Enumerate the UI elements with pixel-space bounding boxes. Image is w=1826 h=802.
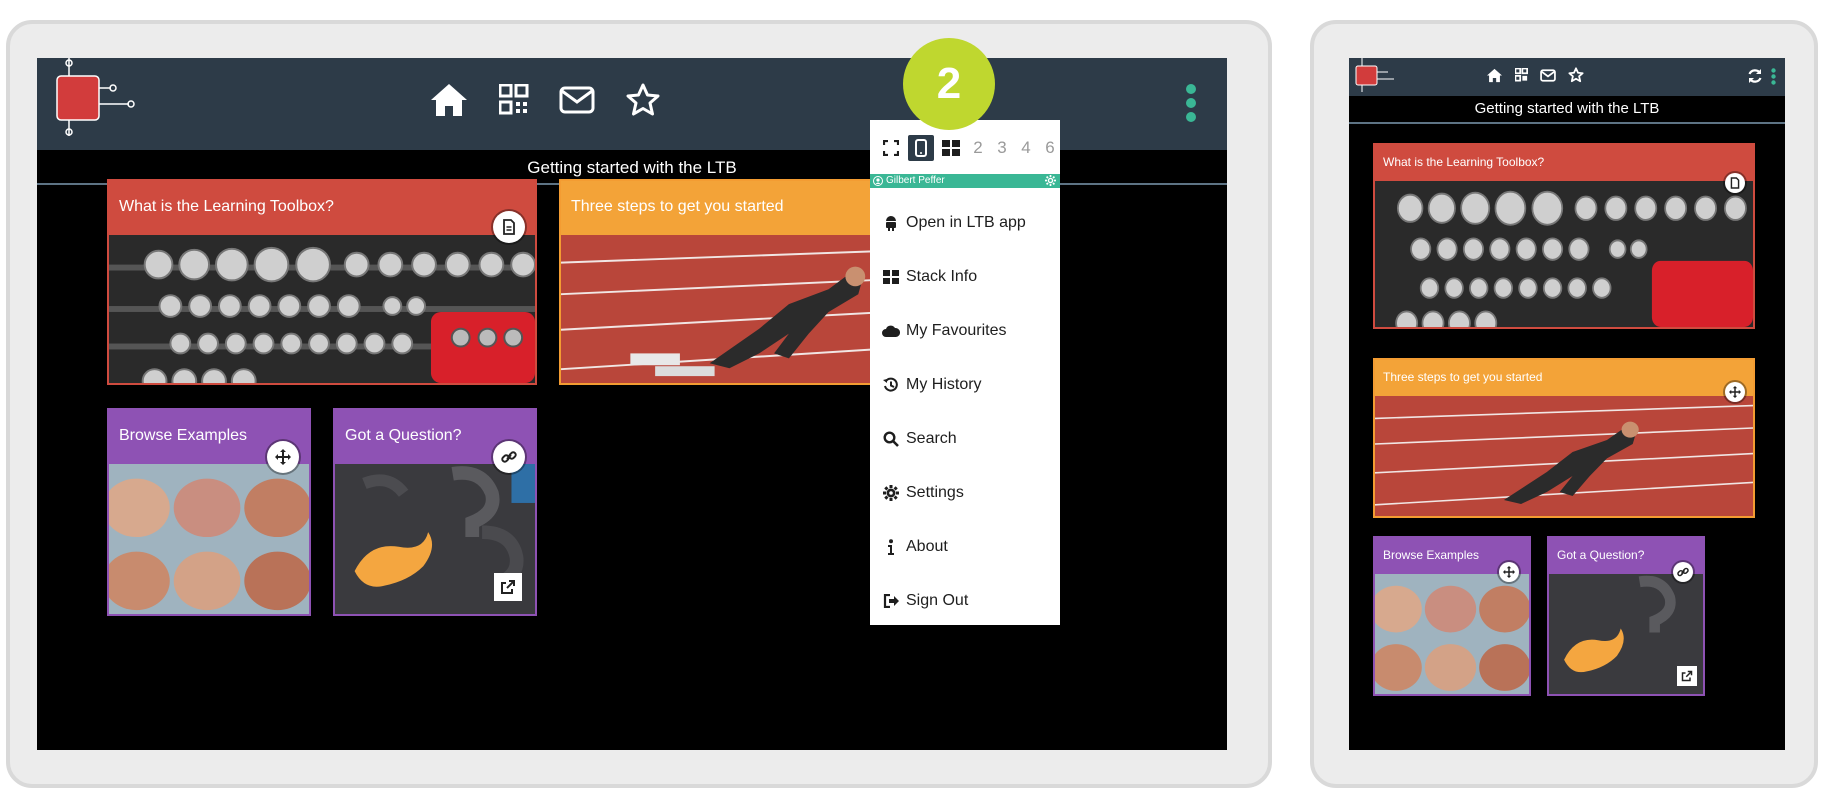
link-icon[interactable] [1673, 562, 1693, 582]
step-number-badge: 2 [903, 38, 995, 130]
envelope-icon[interactable] [1540, 68, 1556, 82]
toolbox-sockets-image [109, 235, 535, 383]
nav-icon-group [1486, 67, 1584, 83]
move-icon[interactable] [267, 441, 299, 473]
star-icon[interactable] [625, 82, 661, 118]
menu-item-label: About [906, 538, 948, 555]
refresh-icon[interactable] [1747, 68, 1763, 88]
tile-got-a-question[interactable]: Got a Question? [333, 408, 537, 616]
cloud-icon [882, 325, 900, 338]
link-icon[interactable] [493, 441, 525, 473]
envelope-icon[interactable] [559, 85, 595, 115]
home-icon[interactable] [1486, 68, 1503, 83]
menu-item-label: My History [906, 376, 982, 393]
gear-icon [882, 485, 900, 501]
menu-search[interactable]: Search [882, 424, 957, 454]
menu-item-label: Open in LTB app [906, 214, 1026, 231]
options-dropdown-menu: 2 3 4 6 Gilbert Peffer Open in LTB app S… [870, 120, 1060, 625]
document-icon[interactable] [1725, 173, 1745, 193]
menu-sign-out[interactable]: Sign Out [882, 586, 968, 616]
eggs-image [1375, 574, 1529, 694]
top-navigation-bar [1349, 58, 1785, 96]
grid-icon [882, 270, 900, 284]
tile-three-steps[interactable]: Three steps to get you started [1373, 358, 1755, 518]
user-name: Gilbert Peffer [886, 175, 945, 186]
star-icon[interactable] [1568, 67, 1584, 83]
more-options-icon[interactable] [1185, 84, 1197, 126]
sprinter-image [1375, 396, 1753, 516]
grid-view-icon[interactable] [938, 135, 964, 161]
move-icon[interactable] [1725, 382, 1745, 402]
eggs-image [109, 464, 309, 614]
view-mode-selector: 2 3 4 6 [878, 134, 1060, 162]
menu-item-label: Stack Info [906, 268, 978, 285]
tile-title: What is the Learning Toolbox? [1375, 145, 1753, 181]
nav-icon-group [429, 82, 661, 118]
menu-my-history[interactable]: My History [882, 370, 982, 400]
menu-item-label: Sign Out [906, 592, 969, 609]
tile-got-a-question[interactable]: Got a Question? [1547, 536, 1705, 696]
qr-code-icon[interactable] [499, 84, 529, 116]
fullscreen-icon[interactable] [878, 135, 904, 161]
external-link-icon[interactable] [1677, 666, 1697, 686]
document-icon[interactable] [493, 211, 525, 243]
sign-out-icon [882, 594, 900, 608]
search-icon [882, 431, 900, 447]
view-columns-4[interactable]: 4 [1016, 138, 1036, 158]
menu-about[interactable]: About [882, 532, 948, 562]
view-columns-2[interactable]: 2 [968, 138, 988, 158]
menu-item-label: Search [906, 430, 957, 447]
menu-item-label: Settings [906, 484, 964, 501]
tile-learning-toolbox[interactable]: What is the Learning Toolbox? [1373, 143, 1755, 329]
menu-stack-info[interactable]: Stack Info [882, 262, 977, 292]
view-columns-3[interactable]: 3 [992, 138, 1012, 158]
android-icon [882, 215, 900, 231]
menu-open-in-ltb-app[interactable]: Open in LTB app [882, 208, 1026, 238]
ltb-logo[interactable] [53, 58, 163, 150]
ltb-logo[interactable] [1354, 58, 1404, 96]
user-settings-icon[interactable] [1045, 175, 1056, 191]
menu-my-favourites[interactable]: My Favourites [882, 316, 1006, 346]
qr-code-icon[interactable] [1515, 68, 1528, 82]
external-link-icon[interactable] [494, 573, 522, 601]
tile-learning-toolbox[interactable]: What is the Learning Toolbox? [107, 179, 537, 385]
user-icon [873, 176, 883, 191]
tile-browse-examples[interactable]: Browse Examples [1373, 536, 1531, 696]
history-icon [882, 377, 900, 393]
toolbox-sockets-image [1375, 181, 1753, 327]
more-options-icon[interactable] [1771, 68, 1776, 89]
menu-settings[interactable]: Settings [882, 478, 964, 508]
mobile-view-icon[interactable] [908, 135, 934, 161]
user-strip[interactable]: Gilbert Peffer [870, 174, 1060, 188]
view-columns-6[interactable]: 6 [1040, 138, 1060, 158]
tile-title: What is the Learning Toolbox? [109, 181, 535, 235]
move-icon[interactable] [1499, 562, 1519, 582]
info-icon [882, 539, 900, 555]
tile-browse-examples[interactable]: Browse Examples [107, 408, 311, 616]
menu-item-label: My Favourites [906, 322, 1007, 339]
tile-title: Three steps to get you started [1375, 360, 1753, 396]
home-icon[interactable] [429, 82, 469, 118]
phone-screen: Getting started with the LTB What is the… [1349, 58, 1785, 750]
stack-title: Getting started with the LTB [1349, 96, 1785, 124]
